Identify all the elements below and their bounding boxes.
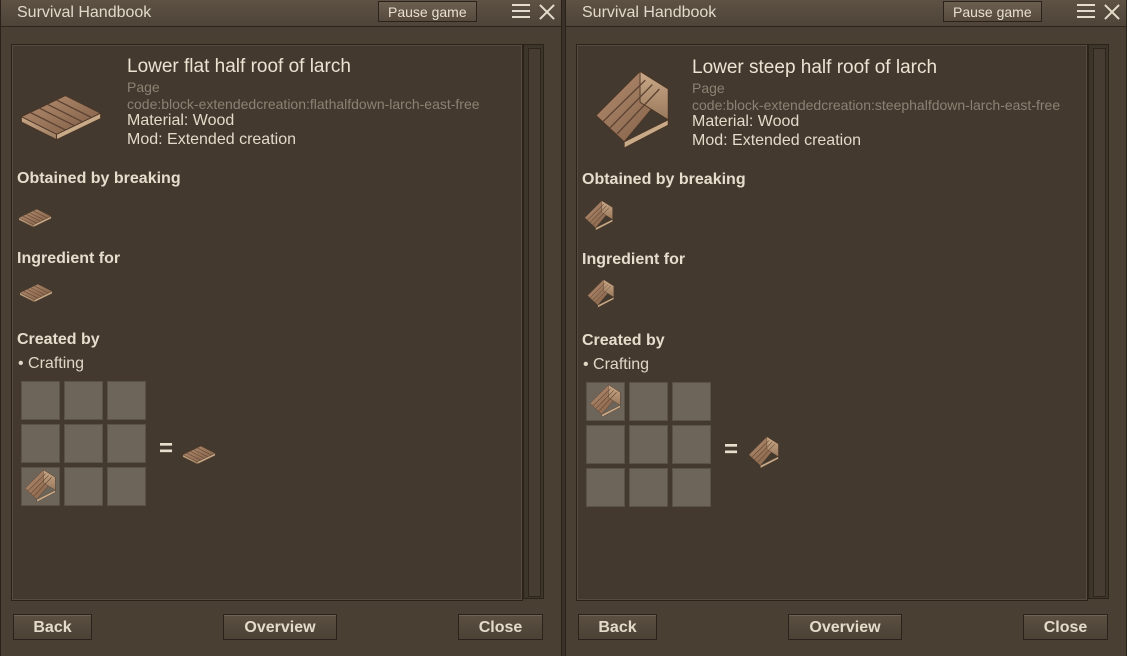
grid-cell[interactable]	[107, 381, 146, 420]
window-titlebar: Survival Handbook Pause game	[566, 0, 1126, 27]
grid-cell[interactable]	[586, 382, 625, 421]
window-titlebar: Survival Handbook Pause game	[1, 0, 561, 27]
grid-cell[interactable]	[64, 381, 103, 420]
steep-roof-icon	[587, 383, 624, 420]
window-title: Survival Handbook	[582, 4, 717, 21]
close-button[interactable]: Close	[1023, 614, 1108, 640]
grid-cell[interactable]	[107, 424, 146, 463]
steep-roof-output-icon[interactable]	[746, 435, 782, 471]
scrollbar[interactable]	[1088, 44, 1109, 599]
grid-cell[interactable]	[586, 425, 625, 464]
obtained-heading: Obtained by breaking	[582, 171, 746, 188]
crafting-grid	[586, 382, 715, 511]
grid-cell[interactable]	[629, 425, 668, 464]
block-title: Lower steep half roof of larch	[692, 57, 938, 78]
grid-cell[interactable]	[672, 425, 711, 464]
grid-cell[interactable]	[64, 424, 103, 463]
pause-game-button[interactable]: Pause game	[943, 1, 1042, 22]
block-title: Lower flat half roof of larch	[127, 56, 351, 77]
flat-roof-icon[interactable]	[17, 205, 53, 229]
back-button[interactable]: Back	[13, 614, 92, 640]
flat-roof-output-icon[interactable]	[181, 441, 217, 467]
pause-game-button[interactable]: Pause game	[378, 1, 477, 22]
grid-cell[interactable]	[21, 381, 60, 420]
grid-cell[interactable]	[672, 468, 711, 507]
ingredient-heading: Ingredient for	[582, 251, 686, 268]
grid-cell[interactable]	[629, 468, 668, 507]
obtained-heading: Obtained by breaking	[17, 170, 181, 187]
back-button[interactable]: Back	[578, 614, 657, 640]
grid-cell[interactable]	[21, 467, 60, 506]
mod-label: Mod: Extended creation	[127, 131, 296, 148]
material-label: Material: Wood	[127, 112, 235, 129]
scrollbar[interactable]	[523, 44, 544, 599]
window-title: Survival Handbook	[17, 4, 152, 21]
crafting-label: • Crafting	[18, 355, 85, 372]
overview-button[interactable]: Overview	[223, 614, 337, 640]
steep-roof-icon[interactable]	[585, 278, 617, 310]
close-button[interactable]: Close	[458, 614, 543, 640]
handbook-window-right: Survival Handbook Pause game Lower steep…	[565, 0, 1127, 656]
block-code: code:block-extendedcreation:steephalfdow…	[692, 97, 1061, 113]
created-by-heading: Created by	[17, 331, 100, 348]
handbook-page-panel: Lower flat half roof of larch Page code:…	[11, 44, 523, 601]
block-code: code:block-extendedcreation:flathalfdown…	[127, 96, 480, 112]
handbook-window-left: Survival Handbook Pause game Lower flat …	[0, 0, 562, 656]
steep-roof-icon	[589, 67, 677, 155]
roof-block-icon[interactable]	[18, 277, 54, 307]
grid-cell[interactable]	[64, 467, 103, 506]
menu-icon[interactable]	[1077, 4, 1095, 20]
grid-cell[interactable]	[672, 382, 711, 421]
created-by-heading: Created by	[582, 332, 665, 349]
scrollbar-thumb[interactable]	[528, 48, 541, 597]
menu-icon[interactable]	[512, 4, 530, 20]
material-label: Material: Wood	[692, 113, 800, 130]
flat-roof-icon	[17, 85, 105, 145]
crafting-grid	[21, 381, 150, 510]
steep-roof-icon	[22, 468, 59, 505]
grid-cell[interactable]	[107, 467, 146, 506]
crafting-label: • Crafting	[583, 356, 650, 373]
grid-cell[interactable]	[21, 424, 60, 463]
close-icon[interactable]	[537, 2, 557, 22]
grid-cell[interactable]	[629, 382, 668, 421]
steep-roof-icon[interactable]	[582, 199, 616, 233]
mod-label: Mod: Extended creation	[692, 132, 861, 149]
ingredient-heading: Ingredient for	[17, 250, 121, 267]
equals-sign: =	[159, 435, 174, 462]
close-icon[interactable]	[1102, 2, 1122, 22]
grid-cell[interactable]	[586, 468, 625, 507]
scrollbar-thumb[interactable]	[1093, 48, 1106, 597]
equals-sign: =	[724, 436, 739, 463]
handbook-page-panel: Lower steep half roof of larch Page code…	[576, 44, 1088, 601]
page-label: Page	[127, 79, 160, 95]
page-label: Page	[692, 80, 725, 96]
overview-button[interactable]: Overview	[788, 614, 902, 640]
